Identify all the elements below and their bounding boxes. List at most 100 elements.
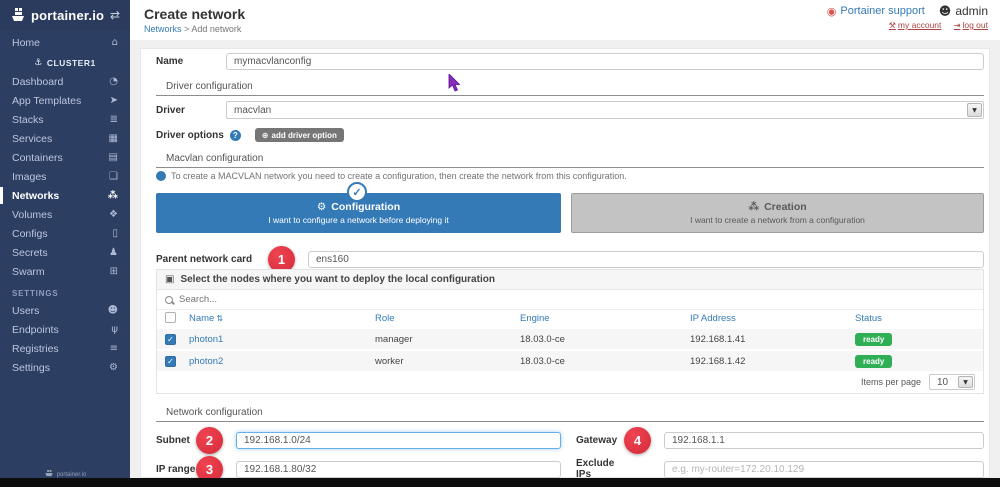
sidebar-item-dashboard[interactable]: Dashboard◔ xyxy=(0,72,130,91)
select-caret-icon[interactable]: ▼ xyxy=(958,376,973,388)
sidebar-collapse-icon[interactable]: ⇄ xyxy=(110,8,120,22)
app-logo: portainer.io xyxy=(31,8,110,23)
node-link-photon1[interactable]: photon1 xyxy=(189,334,223,345)
driver-label: Driver xyxy=(156,105,226,116)
column-header-engine[interactable]: Engine xyxy=(520,313,690,324)
row-checkbox[interactable]: ✓ xyxy=(165,334,176,345)
portainer-support-link[interactable]: ◉ Portainer support xyxy=(827,5,925,18)
column-header-status[interactable]: Status xyxy=(855,313,975,324)
select-all-checkbox[interactable] xyxy=(165,312,176,323)
sidebar-item-stacks[interactable]: Stacks≣ xyxy=(0,110,130,129)
mouse-cursor xyxy=(448,74,462,92)
plug-icon: ψ xyxy=(111,324,118,335)
mode-creation-box[interactable]: ⁂Creation I want to create a network fro… xyxy=(571,193,984,233)
parent-network-card-input[interactable] xyxy=(308,251,984,268)
cluster-header: ⚓ CLUSTER1 xyxy=(0,54,130,72)
sidebar: portainer.io ⇄ Home ⌂ ⚓ CLUSTER1 Dashboa… xyxy=(0,0,130,478)
sidebar-item-settings[interactable]: Settings⚙ xyxy=(0,358,130,377)
sidebar-item-users[interactable]: Users☻ xyxy=(0,301,130,320)
server-icon: ▤ xyxy=(109,152,118,163)
driver-options-label: Driver options xyxy=(156,130,224,141)
items-per-page-select[interactable]: 10 ▼ xyxy=(929,374,975,390)
sidebar-item-home[interactable]: Home ⌂ xyxy=(0,33,130,52)
node-role: manager xyxy=(375,334,520,345)
topbar: Create network Networks > Add network ◉ … xyxy=(130,0,1000,40)
rocket-icon: ➤ xyxy=(110,95,118,106)
status-badge: ready xyxy=(855,333,892,346)
log-out-link[interactable]: ⇥log out xyxy=(954,20,988,30)
sidebar-item-configs[interactable]: Configs▯ xyxy=(0,224,130,243)
users-icon: ☻ xyxy=(108,305,118,316)
info-icon: i xyxy=(156,171,166,181)
sidebar-item-services[interactable]: Services▦ xyxy=(0,129,130,148)
node-engine: 18.03.0-ce xyxy=(520,334,690,345)
nodes-table-header: Name⇅ Role Engine IP Address Status xyxy=(157,310,983,327)
add-driver-option-button[interactable]: ⊕ add driver option xyxy=(255,128,344,142)
sidebar-item-networks[interactable]: Networks⁂ xyxy=(0,186,130,205)
nodes-table: Name⇅ Role Engine IP Address Status ✓ ph… xyxy=(157,310,983,371)
anchor-icon: ⚓ xyxy=(34,58,43,68)
node-role: worker xyxy=(375,356,520,367)
gear-icon: ⚙ xyxy=(317,201,326,213)
table-row-photon1: ✓ photon1 manager 18.03.0-ce 192.168.1.4… xyxy=(157,327,983,349)
name-label: Name xyxy=(156,56,226,67)
sidebar-item-containers[interactable]: Containers▤ xyxy=(0,148,130,167)
page-title: Create network xyxy=(144,6,245,22)
row-checkbox[interactable]: ✓ xyxy=(165,356,176,367)
select-caret-icon[interactable]: ▼ xyxy=(967,103,982,117)
gateway-input[interactable] xyxy=(664,432,984,449)
node-link-photon2[interactable]: photon2 xyxy=(189,356,223,367)
nodes-search-input[interactable] xyxy=(179,294,975,305)
settings-section-header: SETTINGS xyxy=(0,285,130,301)
clone-icon: ❏ xyxy=(109,171,118,182)
column-header-name[interactable]: Name⇅ xyxy=(189,313,375,324)
exclude-ips-input[interactable] xyxy=(664,461,984,478)
nodes-widget-footer: Items per page 10 ▼ xyxy=(157,371,983,393)
plus-circle-icon: ⊕ xyxy=(262,131,269,140)
sidebar-footer-logo: portainer.io xyxy=(0,466,130,478)
column-header-role[interactable]: Role xyxy=(375,313,520,324)
exclude-ips-label: Exclude IPs xyxy=(576,458,624,480)
sidebar-item-endpoints[interactable]: Endpointsψ xyxy=(0,320,130,339)
sidebar-item-secrets[interactable]: Secrets♟ xyxy=(0,243,130,262)
breadcrumb-separator: > xyxy=(184,24,189,34)
help-icon[interactable]: ? xyxy=(230,130,241,141)
ip-range-input[interactable] xyxy=(236,461,561,478)
sign-out-icon: ⇥ xyxy=(954,21,961,30)
breadcrumb: Networks > Add network xyxy=(144,24,245,34)
column-header-ip[interactable]: IP Address xyxy=(690,313,855,324)
gateway-label: Gateway xyxy=(576,435,624,446)
macvlan-info: i To create a MACVLAN network you need t… xyxy=(156,171,984,181)
sidebar-item-images[interactable]: Images❏ xyxy=(0,167,130,186)
logo-row: portainer.io ⇄ xyxy=(0,0,130,30)
create-network-panel: Name Driver configuration Driver macvlan… xyxy=(140,48,990,478)
node-ip: 192.168.1.42 xyxy=(690,356,855,367)
macvlan-configuration-heading: Macvlan configuration xyxy=(156,153,984,168)
gear-icon: ⚙ xyxy=(109,362,118,373)
portainer-whale-small-icon xyxy=(44,470,54,478)
list-alt-icon: ▦ xyxy=(109,133,118,144)
object-group-icon: ⊞ xyxy=(110,266,118,277)
driver-configuration-heading: Driver configuration xyxy=(156,81,984,96)
driver-select[interactable]: macvlan ▼ xyxy=(226,101,984,119)
sidebar-nav: Home ⌂ ⚓ CLUSTER1 Dashboard◔ App Templat… xyxy=(0,33,130,377)
sidebar-item-registries[interactable]: Registries≡ xyxy=(0,339,130,358)
node-ip: 192.168.1.41 xyxy=(690,334,855,345)
annotation-step-4: 4 xyxy=(624,427,651,454)
sidebar-item-app-templates[interactable]: App Templates➤ xyxy=(0,91,130,110)
sidebar-item-swarm[interactable]: Swarm⊞ xyxy=(0,262,130,281)
bottom-screen-edge xyxy=(0,478,1000,487)
portainer-whale-icon xyxy=(10,7,26,23)
current-user: ☻ admin xyxy=(939,4,988,18)
life-ring-icon: ◉ xyxy=(827,5,837,18)
annotation-step-2: 2 xyxy=(196,427,223,454)
sidebar-item-volumes[interactable]: Volumes❖ xyxy=(0,205,130,224)
my-account-link[interactable]: ⚒my account xyxy=(889,20,942,30)
nodes-widget: ▣ Select the nodes where you want to dep… xyxy=(156,269,984,394)
user-circle-icon: ☻ xyxy=(939,4,952,18)
network-name-input[interactable] xyxy=(226,53,984,70)
sort-icon: ⇅ xyxy=(216,314,223,323)
items-per-page-label: Items per page xyxy=(861,377,921,387)
breadcrumb-networks-link[interactable]: Networks xyxy=(144,24,182,34)
subnet-input[interactable] xyxy=(236,432,561,449)
